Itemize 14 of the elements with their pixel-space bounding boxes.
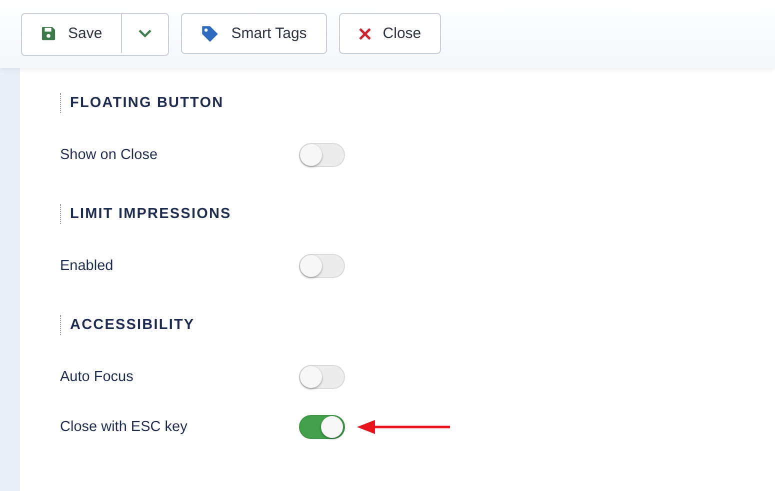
smart-tags-button[interactable]: Smart Tags [181,13,327,54]
setting-label: Show on Close [60,147,159,163]
setting-label: Enabled [60,258,114,274]
section-heading: LIMIT IMPRESSIONS [60,204,232,224]
save-split-button[interactable]: Save [21,13,170,56]
chevron-down-icon [138,29,152,38]
section-heading: FLOATING BUTTON [60,93,224,113]
setting-label: Close with ESC key [60,419,188,435]
section-heading: ACCESSIBILITY [60,315,195,335]
toggle-switch[interactable] [299,415,345,439]
setting-label: Auto Focus [60,369,134,385]
close-button[interactable]: Close [338,13,442,54]
close-icon [358,28,371,40]
tag-icon [201,24,220,42]
